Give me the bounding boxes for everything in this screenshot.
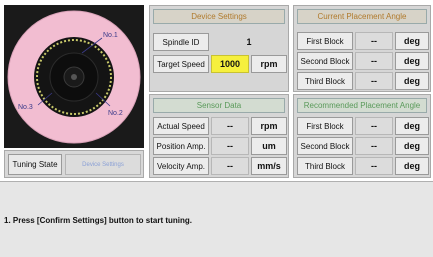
recommended-second-block-label: Second Block <box>297 137 353 155</box>
current-second-block-value: -- <box>355 52 393 70</box>
current-first-block-label: First Block <box>297 32 353 50</box>
target-speed-row: Target Speed 1000 rpm <box>153 55 287 73</box>
recommended-second-block-unit: deg <box>395 137 429 155</box>
current-angle-group: Current Placement Angle First Block -- d… <box>293 5 431 92</box>
recommended-angle-row: Second Block -- deg <box>297 137 429 155</box>
device-settings-title: Device Settings <box>153 9 285 24</box>
recommended-second-block-value: -- <box>355 137 393 155</box>
current-third-block-value: -- <box>355 72 393 90</box>
recommended-first-block-label: First Block <box>297 117 353 135</box>
disc-view: No.1 No.3 No.2 <box>4 5 144 148</box>
target-speed-label: Target Speed <box>153 55 209 73</box>
position-amp-label: Position Amp. <box>153 137 209 155</box>
recommended-third-block-unit: deg <box>395 157 429 175</box>
current-first-block-unit: deg <box>395 32 429 50</box>
recommended-angle-row: First Block -- deg <box>297 117 429 135</box>
tuning-state-value: Device Settings <box>65 154 141 175</box>
sensor-data-group: Sensor Data Actual Speed -- rpm Position… <box>149 94 289 178</box>
sensor-row: Position Amp. -- um <box>153 137 287 155</box>
recommended-angle-group: Recommended Placement Angle First Block … <box>293 94 431 178</box>
sensor-row: Velocity Amp. -- mm/s <box>153 157 287 175</box>
current-third-block-label: Third Block <box>297 72 353 90</box>
sensor-row: Actual Speed -- rpm <box>153 117 287 135</box>
tuning-state-label: Tuning State <box>8 154 62 175</box>
current-third-block-unit: deg <box>395 72 429 90</box>
balancer-panel: No.1 No.3 No.2 Tuning State Device Setti… <box>0 0 433 257</box>
actual-speed-unit: rpm <box>251 117 287 135</box>
tuning-state-row: Tuning State Device Settings <box>4 150 144 178</box>
target-speed-unit: rpm <box>251 55 287 73</box>
block-label-no3: No.3 <box>18 104 33 111</box>
recommended-third-block-label: Third Block <box>297 157 353 175</box>
actual-speed-label: Actual Speed <box>153 117 209 135</box>
actual-speed-value: -- <box>211 117 249 135</box>
current-second-block-unit: deg <box>395 52 429 70</box>
current-first-block-value: -- <box>355 32 393 50</box>
block-label-no2: No.2 <box>108 110 123 117</box>
recommended-first-block-value: -- <box>355 117 393 135</box>
current-second-block-label: Second Block <box>297 52 353 70</box>
message-area: 1. Press [Confirm Settings] button to st… <box>0 181 433 257</box>
block-label-no1: No.1 <box>103 32 118 39</box>
instruction-text: 1. Press [Confirm Settings] button to st… <box>4 216 192 225</box>
target-speed-input[interactable]: 1000 <box>211 55 249 73</box>
sensor-data-title: Sensor Data <box>153 98 285 113</box>
spindle-id-row: Spindle ID 1 <box>153 33 287 51</box>
velocity-amp-unit: mm/s <box>251 157 287 175</box>
position-amp-unit: um <box>251 137 287 155</box>
velocity-amp-label: Velocity Amp. <box>153 157 209 175</box>
recommended-first-block-unit: deg <box>395 117 429 135</box>
spindle-id-value[interactable]: 1 <box>211 33 287 51</box>
current-angle-row: Third Block -- deg <box>297 72 429 90</box>
current-angle-title: Current Placement Angle <box>297 9 427 24</box>
spindle-id-label: Spindle ID <box>153 33 209 51</box>
recommended-angle-row: Third Block -- deg <box>297 157 429 175</box>
velocity-amp-value: -- <box>211 157 249 175</box>
current-angle-row: First Block -- deg <box>297 32 429 50</box>
current-angle-row: Second Block -- deg <box>297 52 429 70</box>
recommended-angle-title: Recommended Placement Angle <box>297 98 427 113</box>
recommended-third-block-value: -- <box>355 157 393 175</box>
disc-graphic: No.1 No.3 No.2 <box>7 10 141 144</box>
device-settings-group: Device Settings Spindle ID 1 Target Spee… <box>149 5 289 92</box>
position-amp-value: -- <box>211 137 249 155</box>
